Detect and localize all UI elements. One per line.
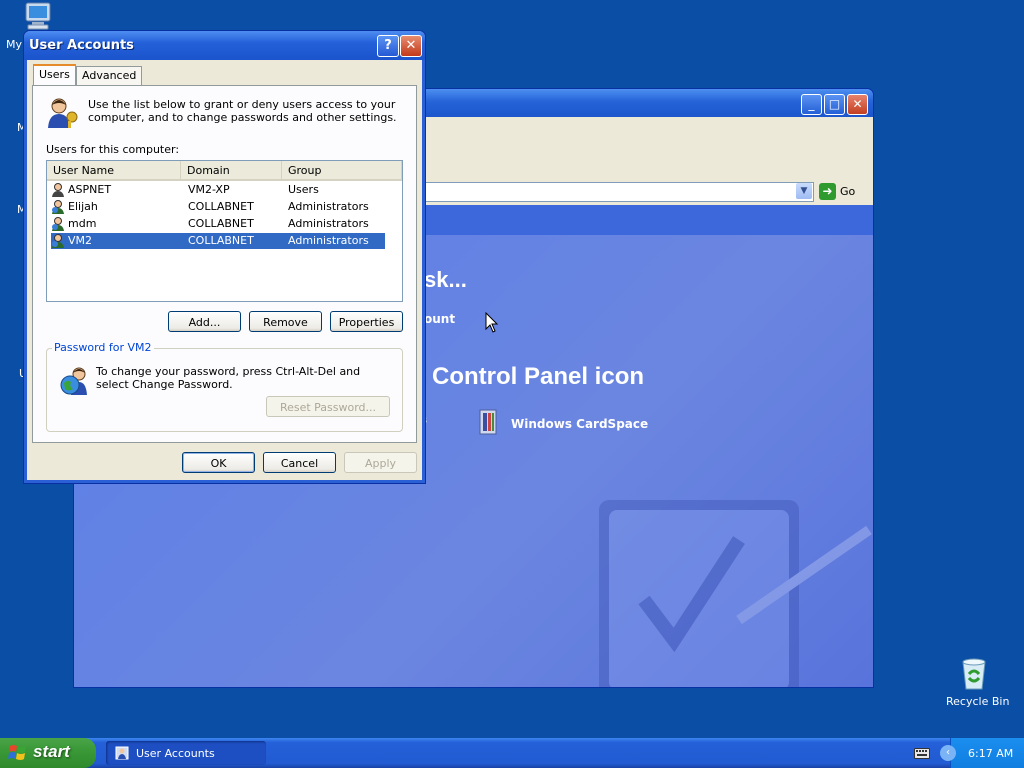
add-user-button[interactable]: Add... xyxy=(168,311,241,332)
users-list[interactable]: User Name Domain Group ASPNET VM2-XP Use… xyxy=(46,160,403,302)
users-list-label: Users for this computer: xyxy=(46,143,180,156)
domain-cell: VM2-XP xyxy=(188,183,230,196)
recycle-bin-icon[interactable] xyxy=(958,656,990,690)
cardspace-icon[interactable] xyxy=(478,408,500,438)
column-group[interactable]: Group xyxy=(282,161,402,179)
user-icon xyxy=(52,234,64,248)
domain-cell: COLLABNET xyxy=(188,200,254,213)
minimize-button[interactable]: _ xyxy=(801,94,822,115)
taskbar-item-label: User Accounts xyxy=(136,747,215,760)
dialog-title: User Accounts xyxy=(29,38,134,53)
intro-text: Use the list below to grant or deny user… xyxy=(88,98,397,124)
user-globe-icon xyxy=(60,367,87,395)
reset-password-button[interactable]: Reset Password... xyxy=(266,396,390,417)
users-list-header: User Name Domain Group xyxy=(47,161,402,181)
group-cell: Administrators xyxy=(288,217,369,230)
windows-flag-icon xyxy=(8,745,26,760)
show-hidden-icons-button[interactable]: ‹ xyxy=(940,745,956,761)
table-row-selected[interactable]: VM2 COLLABNET Administrators xyxy=(51,233,385,249)
user-name-cell: VM2 xyxy=(68,234,93,247)
user-icon xyxy=(52,183,64,197)
my-computer-icon[interactable] xyxy=(22,2,54,30)
user-accounts-dialog[interactable]: User Accounts ? ✕ Users Advanced Use the… xyxy=(23,30,426,484)
user-name-cell: mdm xyxy=(68,217,97,230)
properties-button[interactable]: Properties xyxy=(330,311,403,332)
account-task-link[interactable]: ount xyxy=(424,312,455,326)
help-button[interactable]: ? xyxy=(377,35,399,57)
table-row[interactable]: Elijah COLLABNET Administrators xyxy=(51,199,385,215)
go-label[interactable]: Go xyxy=(840,185,855,198)
password-instructions: To change your password, press Ctrl-Alt-… xyxy=(96,365,361,391)
user-icon xyxy=(52,200,64,214)
column-user-name[interactable]: User Name xyxy=(47,161,181,179)
dialog-titlebar[interactable]: User Accounts ? ✕ xyxy=(24,31,425,60)
address-input[interactable] xyxy=(424,182,814,202)
cancel-button[interactable]: Cancel xyxy=(263,452,336,473)
domain-cell: COLLABNET xyxy=(188,217,254,230)
close-button[interactable]: ✕ xyxy=(847,94,868,115)
group-cell: Administrators xyxy=(288,234,369,247)
apply-button[interactable]: Apply xyxy=(344,452,417,473)
recycle-bin-label[interactable]: Recycle Bin xyxy=(946,695,1009,708)
start-button[interactable]: start xyxy=(0,738,96,768)
cardspace-label[interactable]: Windows CardSpace xyxy=(511,417,648,431)
user-name-cell: Elijah xyxy=(68,200,98,213)
clock[interactable]: 6:17 AM xyxy=(968,747,1013,760)
users-key-icon xyxy=(48,98,78,128)
pick-task-heading: sk... xyxy=(424,267,467,292)
mouse-cursor-icon xyxy=(485,312,499,333)
users-tab-panel: Use the list below to grant or deny user… xyxy=(32,85,417,443)
maximize-button[interactable]: □ xyxy=(824,94,845,115)
dialog-close-button[interactable]: ✕ xyxy=(400,35,422,57)
domain-cell: COLLABNET xyxy=(188,234,254,247)
remove-user-button[interactable]: Remove xyxy=(249,311,322,332)
system-tray: 6:17 AM xyxy=(950,738,1024,768)
taskbar: start User Accounts 6:17 AM ‹ xyxy=(0,738,1024,768)
tab-advanced[interactable]: Advanced xyxy=(76,66,143,85)
user-accounts-watermark-icon xyxy=(599,500,872,687)
dialog-body: Users Advanced Use the list below to gra… xyxy=(27,60,422,480)
taskbar-item-user-accounts[interactable]: User Accounts xyxy=(106,741,266,765)
user-accounts-small-icon xyxy=(115,746,129,760)
ok-button[interactable]: OK xyxy=(182,452,255,473)
group-cell: Administrators xyxy=(288,200,369,213)
password-group-title: Password for VM2 xyxy=(52,341,154,354)
group-cell: Users xyxy=(288,183,319,196)
keyboard-icon[interactable] xyxy=(914,748,930,759)
user-icon xyxy=(52,217,64,231)
address-dropdown-button[interactable]: ▼ xyxy=(796,183,812,199)
table-row[interactable]: ASPNET VM2-XP Users xyxy=(51,182,385,198)
table-row[interactable]: mdm COLLABNET Administrators xyxy=(51,216,385,232)
control-panel-icon-heading: Control Panel icon xyxy=(432,363,645,390)
start-label: start xyxy=(33,742,70,761)
column-domain[interactable]: Domain xyxy=(181,161,282,179)
tab-users[interactable]: Users xyxy=(33,64,76,87)
go-arrow-icon[interactable]: ➜ xyxy=(819,183,836,200)
user-name-cell: ASPNET xyxy=(68,183,112,196)
